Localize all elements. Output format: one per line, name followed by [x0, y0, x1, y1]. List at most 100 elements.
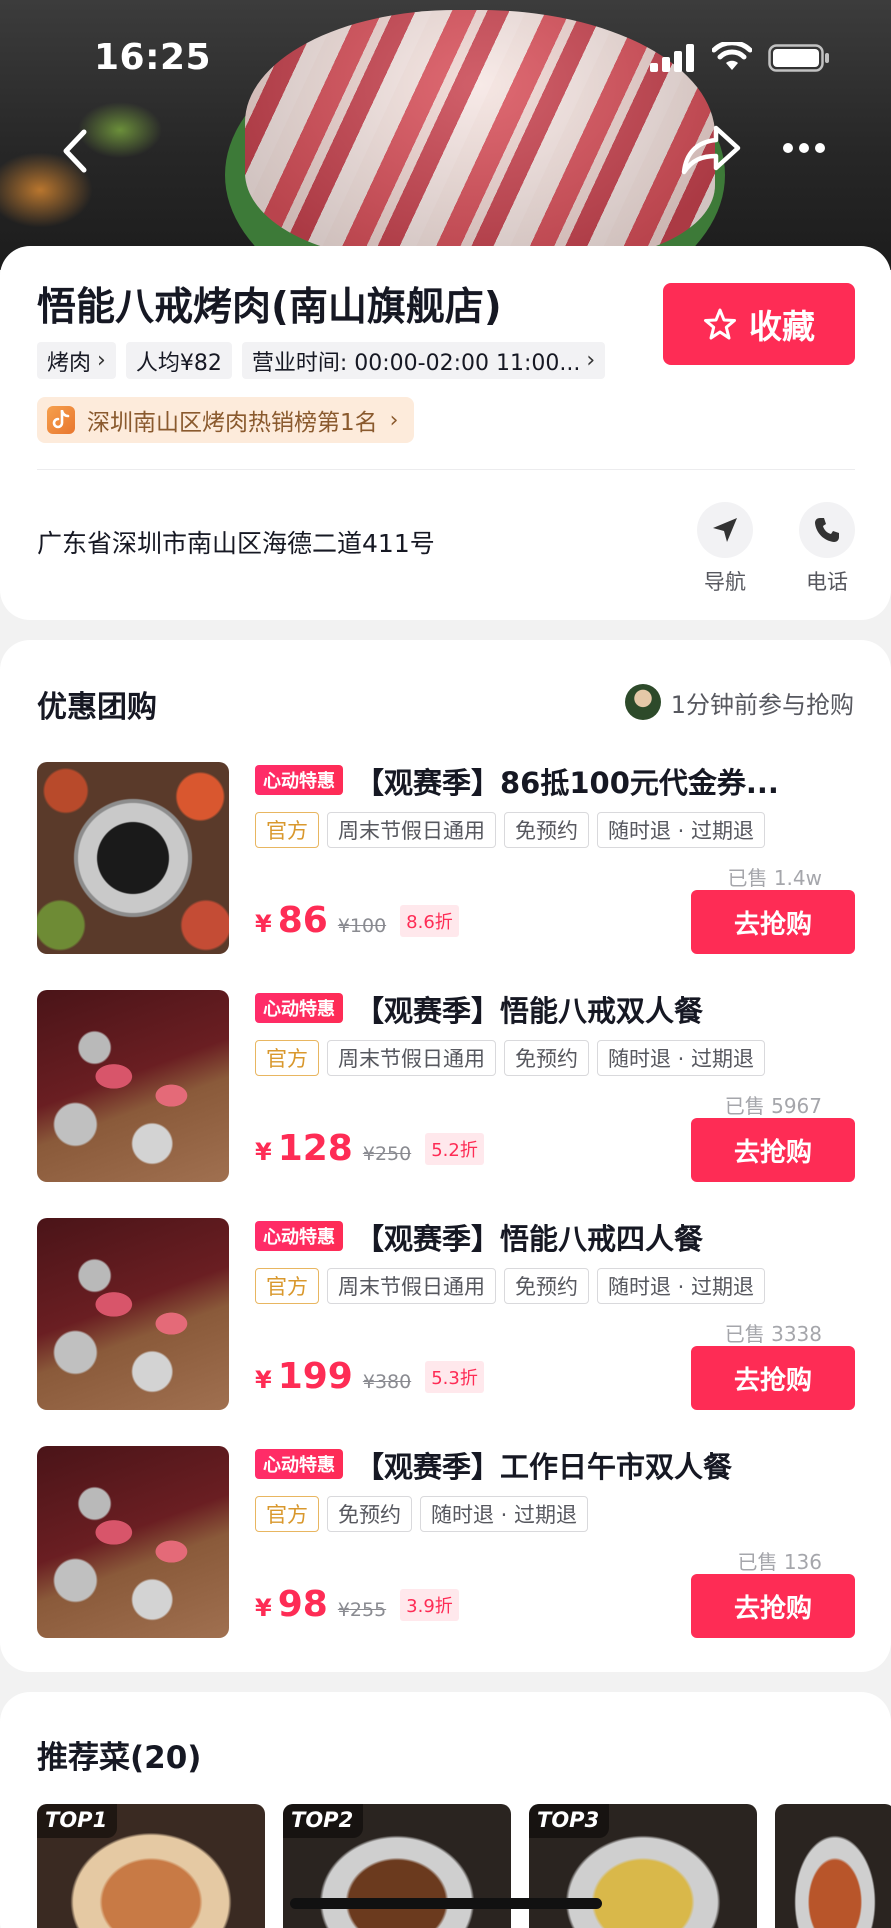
promo-badge: 心动特惠 [255, 765, 343, 795]
deal-image[interactable] [37, 762, 229, 954]
currency-symbol: ¥ [255, 1366, 272, 1394]
chevron-right-icon: › [586, 348, 596, 373]
deal-item[interactable]: 心动特惠 【观赛季】悟能八戒四人餐 官方 周末节假日通用 免预约 随时退 · 过… [37, 1218, 855, 1410]
discount-badge: 8.6折 [400, 905, 459, 937]
discount-badge: 5.3折 [425, 1361, 484, 1393]
deal-title[interactable]: 【观赛季】86抵100元代金券... [355, 760, 855, 802]
deal-item[interactable]: 心动特惠 【观赛季】工作日午市双人餐 官方 免预约 随时退 · 过期退 已售 1… [37, 1446, 855, 1638]
recommended-dishes-card: 推荐菜(20) TOP1 TOP2 TOP3 [0, 1692, 891, 1928]
deal-image[interactable] [37, 990, 229, 1182]
sold-count: 已售 3338 [724, 1322, 822, 1346]
home-indicator [290, 1898, 602, 1909]
rank-badge: TOP3 [529, 1804, 610, 1838]
deal-image[interactable] [37, 1218, 229, 1410]
hours-tag[interactable]: 营业时间: 00:00-02:00 11:00... › [241, 342, 606, 379]
navigation-label: 导航 [704, 570, 746, 594]
sold-count: 已售 1.4w [727, 866, 822, 890]
dish-card[interactable] [775, 1804, 891, 1928]
deal-tag: 随时退 · 过期退 [597, 812, 766, 848]
recommended-list: TOP1 TOP2 TOP3 [37, 1804, 891, 1928]
currency-symbol: ¥ [255, 910, 272, 938]
deal-tag: 周末节假日通用 [327, 1040, 496, 1076]
promo-badge: 心动特惠 [255, 1221, 343, 1251]
phone-label: 电话 [806, 570, 848, 594]
rank-tag[interactable]: 深圳南山区烤肉热销榜第1名 › [37, 397, 415, 443]
deal-tag: 周末节假日通用 [327, 812, 496, 848]
shop-tags: 烤肉 › 人均¥82 营业时间: 00:00-02:00 11:00... › [37, 342, 606, 379]
wifi-icon [712, 42, 752, 70]
price-row: ¥ 128 ¥250 5.2折 [255, 1128, 484, 1169]
deal-item[interactable]: 心动特惠 【观赛季】86抵100元代金券... 官方 周末节假日通用 免预约 随… [37, 762, 855, 954]
buy-button[interactable]: 去抢购 [691, 1574, 855, 1638]
discount-badge: 5.2折 [425, 1133, 484, 1165]
deal-price: 199 [277, 1356, 353, 1397]
deal-title[interactable]: 【观赛季】悟能八戒四人餐 [355, 1216, 855, 1258]
rank-label: 深圳南山区烤肉热销榜第1名 [87, 410, 378, 436]
official-chip: 官方 [255, 812, 319, 848]
official-chip: 官方 [255, 1496, 319, 1532]
favorite-button[interactable]: 收藏 [663, 283, 855, 365]
avg-price-tag: 人均¥82 [125, 342, 232, 379]
official-chip: 官方 [255, 1040, 319, 1076]
signal-icon [650, 44, 694, 72]
deal-item[interactable]: 心动特惠 【观赛季】悟能八戒双人餐 官方 周末节假日通用 免预约 随时退 · 过… [37, 990, 855, 1182]
sold-count: 已售 136 [737, 1550, 822, 1574]
more-icon[interactable] [782, 140, 826, 156]
currency-symbol: ¥ [255, 1138, 272, 1166]
recent-activity: 1分钟前参与抢购 [624, 684, 854, 720]
currency-symbol: ¥ [255, 1594, 272, 1622]
deal-tag: 免预约 [504, 812, 589, 848]
navigation-button[interactable]: 导航 [695, 502, 755, 596]
divider [37, 469, 855, 470]
deal-tag: 免预约 [327, 1496, 412, 1532]
deal-tag: 周末节假日通用 [327, 1268, 496, 1304]
deal-price: 128 [277, 1128, 353, 1169]
official-chip: 官方 [255, 1268, 319, 1304]
price-row: ¥ 199 ¥380 5.3折 [255, 1356, 484, 1397]
dish-card[interactable]: TOP1 [37, 1804, 265, 1928]
back-icon[interactable] [58, 128, 94, 174]
deal-tag: 免预约 [504, 1268, 589, 1304]
discount-badge: 3.9折 [400, 1589, 459, 1621]
deal-title[interactable]: 【观赛季】悟能八戒双人餐 [355, 988, 855, 1030]
original-price: ¥380 [362, 1371, 412, 1393]
phone-button[interactable]: 电话 [797, 502, 857, 596]
phone-icon [815, 518, 839, 542]
deal-tags: 官方 周末节假日通用 免预约 随时退 · 过期退 [255, 1268, 766, 1304]
buy-button[interactable]: 去抢购 [691, 890, 855, 954]
recommended-title: 推荐菜(20) [37, 1740, 202, 1776]
douyin-icon [47, 406, 75, 434]
navigation-icon [713, 518, 737, 542]
original-price: ¥255 [337, 1599, 387, 1621]
battery-icon [768, 44, 829, 72]
group-deals-card: 优惠团购 1分钟前参与抢购 心动特惠 【观赛季】86抵100元代金券... 官方… [0, 640, 891, 1672]
avatar [624, 684, 661, 720]
buy-button[interactable]: 去抢购 [691, 1346, 855, 1410]
deal-image[interactable] [37, 1446, 229, 1638]
original-price: ¥100 [337, 915, 387, 937]
deal-tag: 随时退 · 过期退 [597, 1268, 766, 1304]
promo-badge: 心动特惠 [255, 1449, 343, 1479]
shop-address[interactable]: 广东省深圳市南山区海德二道411号 [37, 524, 435, 560]
section-title: 优惠团购 [37, 690, 157, 725]
deal-title[interactable]: 【观赛季】工作日午市双人餐 [355, 1444, 855, 1486]
chevron-right-icon: › [389, 407, 399, 433]
status-time: 16:25 [94, 37, 212, 78]
chevron-right-icon: › [97, 348, 106, 373]
dish-card[interactable]: TOP3 [529, 1804, 757, 1928]
category-tag[interactable]: 烤肉 › [37, 342, 116, 379]
deal-price: 98 [277, 1584, 328, 1625]
status-bar: 16:25 [0, 0, 891, 110]
deal-tag: 随时退 · 过期退 [420, 1496, 589, 1532]
star-icon [704, 308, 736, 340]
deal-tag: 免预约 [504, 1040, 589, 1076]
rank-badge: TOP1 [37, 1804, 118, 1838]
sold-count: 已售 5967 [724, 1094, 822, 1118]
price-row: ¥ 86 ¥100 8.6折 [255, 900, 459, 941]
deal-tag: 随时退 · 过期退 [597, 1040, 766, 1076]
dish-card[interactable]: TOP2 [283, 1804, 511, 1928]
share-icon[interactable] [680, 124, 742, 176]
deal-tags: 官方 周末节假日通用 免预约 随时退 · 过期退 [255, 812, 766, 848]
deal-price: 86 [277, 900, 328, 941]
buy-button[interactable]: 去抢购 [691, 1118, 855, 1182]
